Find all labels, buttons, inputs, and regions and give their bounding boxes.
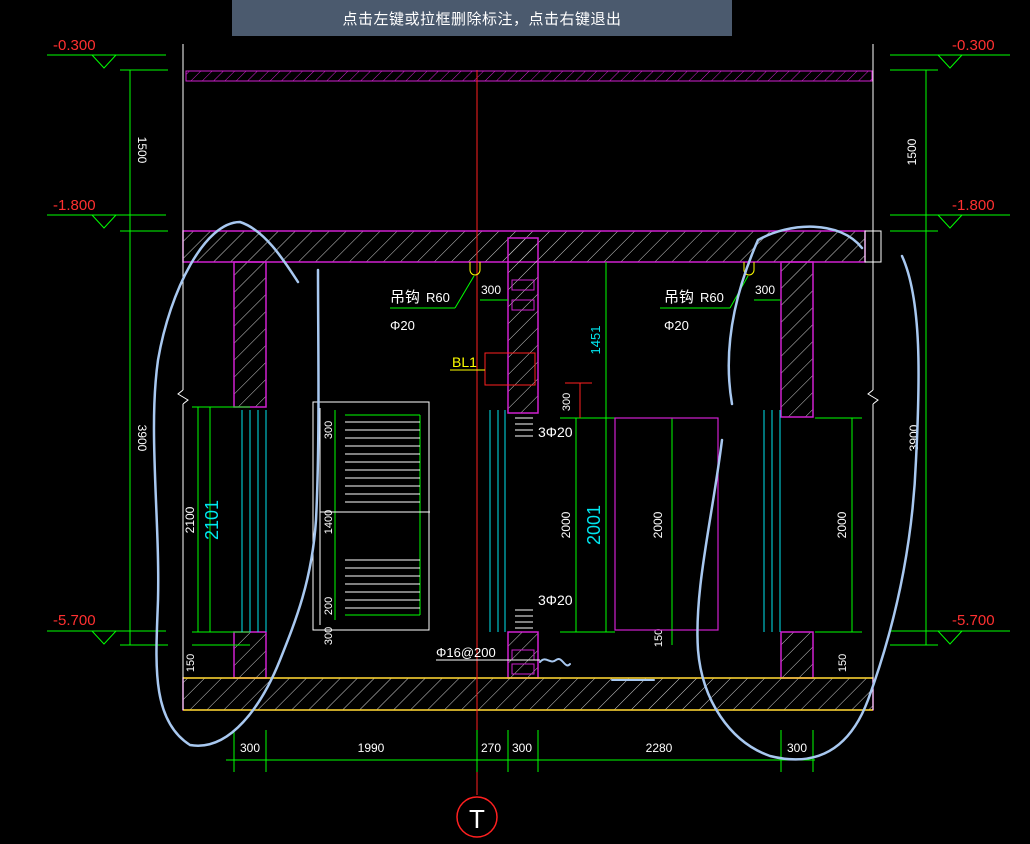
dim-opening-2000: 2000 [651,511,665,538]
bottom-slab [182,677,874,711]
mid-dimension-lines [560,262,862,645]
hdim-2: 1990 [358,741,385,755]
dim-mid-2000: 2000 [559,511,573,538]
hook-left-label: 吊钩 [390,289,420,306]
dim-mid-150: 150 [653,629,665,647]
elev-bot-right: -5.700 [952,612,995,629]
elev-top-right: -0.300 [952,37,995,54]
ground-soil-strip [185,70,873,82]
hook-left-300: 300 [481,283,501,297]
markup-stroke-small [539,658,655,681]
hook-right-300: 300 [755,283,775,297]
axis-label: T [469,804,485,834]
elev-mid-left: -1.800 [53,197,96,214]
dim-right-2000: 2000 [835,511,849,538]
hdim-1: 300 [240,741,260,755]
dim-right-3900: 3900 [907,424,921,451]
hdim-4: 300 [512,741,532,755]
hdim-5: 2280 [646,741,673,755]
cad-drawing-canvas[interactable]: T -0.300 -1.800 -5.700 -0.300 -1.800 -5.… [0,0,1030,844]
dim-left-2101: 2101 [202,500,222,540]
wall-opening[interactable] [614,417,719,631]
hook-left-dia: Φ20 [390,318,415,333]
stair-dim-300-top: 300 [323,421,335,439]
right-wall [780,261,814,679]
rebar-bot-label: 3Φ20 [538,592,573,608]
stair-dim-1400: 1400 [323,510,335,534]
hdim-3: 270 [481,741,501,755]
dim-mid-1451: 1451 [588,326,603,355]
rebar-stir-label: Φ16@200 [436,645,496,660]
beam-bl1-label: BL1 [452,354,477,370]
elev-mid-right: -1.800 [952,197,995,214]
dim-left-150: 150 [185,654,197,672]
hook-left-r: R60 [426,290,450,305]
dim-left-1500: 1500 [135,137,149,164]
rebar-callout-markers [515,417,533,629]
stair-dim-300-bot: 300 [323,627,335,645]
dim-left-3900: 3900 [135,425,149,452]
hdim-6: 300 [787,741,807,755]
dim-right-150: 150 [837,654,849,672]
hook-right-dia: Φ20 [664,318,689,333]
elev-bot-left: -5.700 [53,612,96,629]
dim-right-1500: 1500 [905,138,919,165]
dim-mid-300: 300 [561,393,573,411]
dim-mid-2001: 2001 [584,505,604,545]
hook-right-r: R60 [700,290,724,305]
elev-top-left: -0.300 [53,37,96,54]
stair-dim-200: 200 [323,597,335,615]
rebar-top-label: 3Φ20 [538,424,573,440]
dim-left-2100: 2100 [183,506,197,533]
hook-left-symbol [469,262,481,276]
hook-right-label: 吊钩 [664,289,694,306]
